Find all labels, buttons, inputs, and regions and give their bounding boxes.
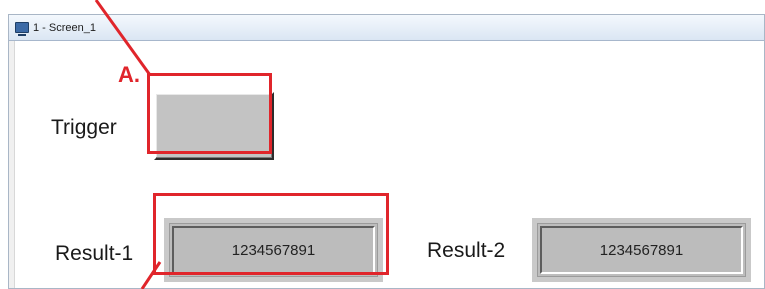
trigger-button[interactable] bbox=[154, 92, 274, 160]
result-2-display: 1234567891 bbox=[532, 218, 751, 282]
result-2-label: Result-2 bbox=[427, 239, 506, 262]
result-1-label: Result-1 bbox=[55, 242, 134, 265]
trigger-label: Trigger bbox=[51, 116, 117, 139]
result-1-value: 1234567891 bbox=[172, 226, 375, 274]
window-titlebar: 1 - Screen_1 bbox=[9, 15, 764, 41]
annotation-a-label: A. bbox=[118, 62, 140, 87]
screen-window: 1 - Screen_1 Trigger Result-1 1234567891… bbox=[8, 14, 765, 289]
window-title: 1 - Screen_1 bbox=[33, 21, 96, 34]
window-left-edge bbox=[9, 41, 15, 288]
result-2-value: 1234567891 bbox=[540, 226, 743, 274]
screen-icon bbox=[15, 22, 29, 36]
result-1-display: 1234567891 bbox=[164, 218, 383, 282]
